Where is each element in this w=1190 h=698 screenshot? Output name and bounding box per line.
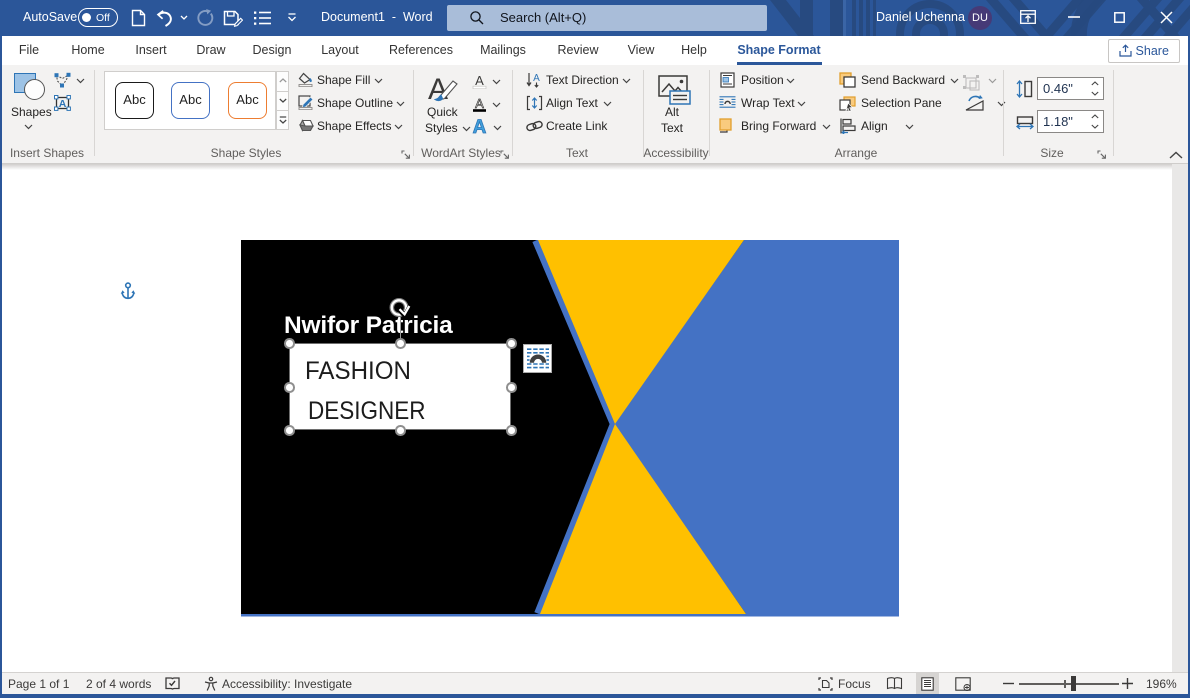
svg-text:A: A: [473, 117, 487, 135]
svg-text:A: A: [59, 98, 67, 110]
svg-text:A: A: [475, 97, 484, 111]
svg-text:A: A: [533, 73, 540, 84]
